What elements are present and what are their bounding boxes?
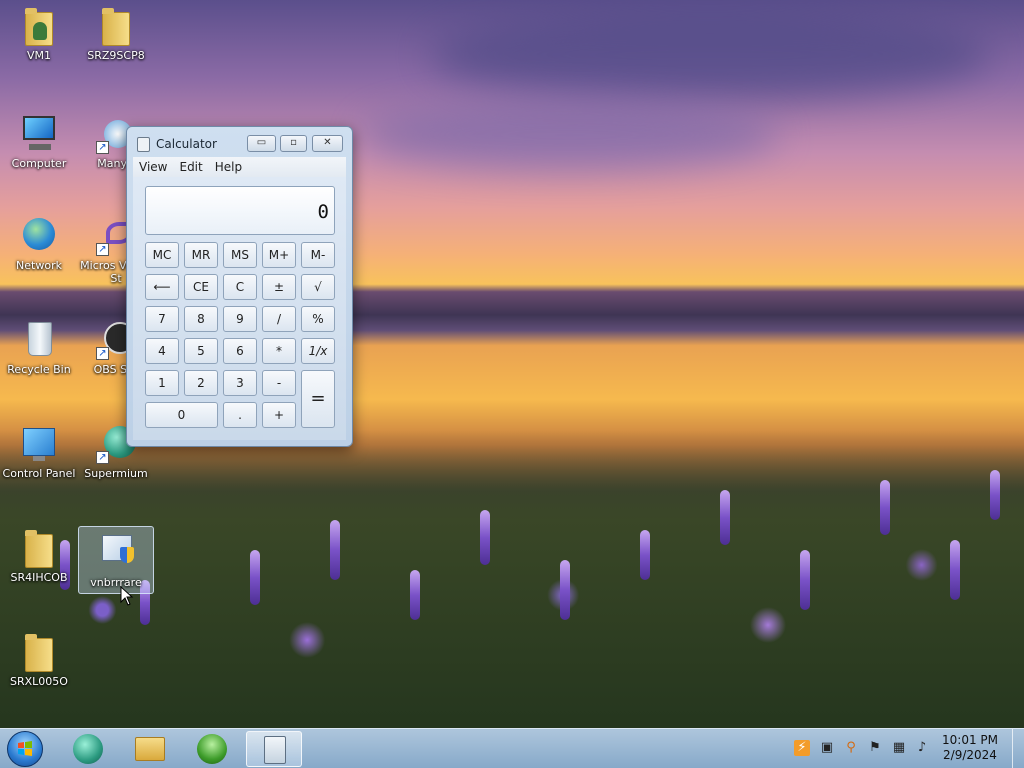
desktop-icon-label: Control Panel [2, 467, 76, 480]
desktop-icon-label: SRXL005O [10, 675, 68, 688]
title-bar[interactable]: Calculator ▭ ▫ ✕ [127, 127, 352, 157]
menu-view[interactable]: View [133, 157, 173, 177]
file-explorer-icon [135, 737, 165, 761]
windows-logo-icon [18, 741, 32, 756]
desktop-icon-label: vnbrrrare [90, 576, 142, 589]
key-plus-minus[interactable]: ± [262, 274, 296, 300]
folder-user-icon [19, 6, 59, 46]
taskbar-windows-media[interactable] [184, 731, 240, 767]
recycle-bin-icon [19, 320, 59, 360]
desktop-icon-label: VM1 [26, 49, 51, 62]
key-decimal[interactable]: . [223, 402, 257, 428]
action-center-flag-icon[interactable]: ⚑ [867, 740, 883, 756]
tray-network-share-icon[interactable]: ▣ [819, 740, 835, 756]
desktop-icon-vm1[interactable]: VM1 [1, 6, 77, 62]
folder-icon [19, 528, 59, 568]
network-globe-icon [19, 216, 59, 256]
key-7[interactable]: 7 [145, 306, 179, 332]
close-button[interactable]: ✕ [312, 135, 343, 152]
desktop-icon-label: Computer [11, 157, 67, 170]
control-panel-icon [19, 424, 59, 464]
desktop-icon-sr4ihcob[interactable]: SR4IHCOB [1, 528, 77, 584]
desktop-icon-label: SR4IHCOB [10, 571, 68, 584]
key-9[interactable]: 9 [223, 306, 257, 332]
system-clock[interactable]: 10:01 PM 2/9/2024 [942, 733, 998, 763]
key-mr[interactable]: MR [184, 242, 218, 268]
desktop-icon-network[interactable]: Network [1, 216, 77, 272]
key-mc[interactable]: MC [145, 242, 179, 268]
clock-time: 10:01 PM [942, 733, 998, 747]
calculator-app-icon [137, 137, 150, 152]
calculator-window[interactable]: Calculator ▭ ▫ ✕ View Edit Help 0 MC MR MS… [126, 126, 353, 447]
volume-icon[interactable]: ♪ [914, 740, 930, 756]
key-ms[interactable]: MS [223, 242, 257, 268]
key-backspace[interactable]: ⟵ [145, 274, 179, 300]
key-divide[interactable]: / [262, 306, 296, 332]
shortcut-arrow-icon: ↗ [96, 141, 109, 154]
menu-bar: View Edit Help [133, 157, 346, 177]
desktop-icon-control-panel[interactable]: Control Panel [1, 424, 77, 480]
key-0[interactable]: 0 [145, 402, 218, 428]
taskbar-calculator[interactable] [246, 731, 302, 767]
key-c[interactable]: C [223, 274, 257, 300]
calculator-body: 0 MC MR MS M+ M- ⟵ CE C ± √ 7 8 9 / % 4 … [133, 177, 346, 440]
desktop-icon-vnbrrrare[interactable]: vnbrrrare [78, 526, 154, 594]
key-4[interactable]: 4 [145, 338, 179, 364]
key-m-plus[interactable]: M+ [262, 242, 296, 268]
show-desktop-button[interactable] [1012, 729, 1024, 768]
tray-app-icon[interactable]: ⚡ [794, 740, 810, 756]
taskbar-supermium[interactable] [60, 731, 116, 767]
wallpaper-cloud [430, 10, 990, 100]
key-ce[interactable]: CE [184, 274, 218, 300]
key-2[interactable]: 2 [184, 370, 218, 396]
installer-shield-icon [96, 533, 136, 573]
mouse-cursor-icon [120, 586, 134, 606]
shortcut-arrow-icon: ↗ [96, 243, 109, 256]
key-percent[interactable]: % [301, 306, 335, 332]
key-6[interactable]: 6 [223, 338, 257, 364]
menu-help[interactable]: Help [209, 157, 248, 177]
taskbar-file-explorer[interactable] [122, 731, 178, 767]
network-icon[interactable]: ▦ [891, 740, 907, 756]
key-equals[interactable]: = [301, 370, 335, 428]
tray-search-icon[interactable]: ⚲ [843, 740, 859, 756]
key-multiply[interactable]: * [262, 338, 296, 364]
folder-icon [19, 632, 59, 672]
result-display: 0 [145, 186, 335, 235]
desktop-icon-recycle-bin[interactable]: Recycle Bin [1, 320, 77, 376]
menu-edit[interactable]: Edit [173, 157, 208, 177]
key-sqrt[interactable]: √ [301, 274, 335, 300]
desktop-icon-label: Network [16, 259, 62, 272]
calculator-icon [264, 736, 286, 764]
key-subtract[interactable]: - [262, 370, 296, 396]
computer-icon [19, 114, 59, 154]
desktop-icon-label: Recycle Bin [7, 363, 71, 376]
minimize-button[interactable]: ▭ [247, 135, 276, 152]
key-3[interactable]: 3 [223, 370, 257, 396]
windows-orb-icon [197, 734, 227, 764]
key-5[interactable]: 5 [184, 338, 218, 364]
wallpaper-cloud [360, 100, 780, 170]
desktop-icon-computer[interactable]: Computer [1, 114, 77, 170]
desktop-icon-label: SRZ9SCP8 [87, 49, 145, 62]
desktop-icon-label: Supermium [84, 467, 148, 480]
shortcut-arrow-icon: ↗ [96, 451, 109, 464]
taskbar: ⚡ ▣ ⚲ ⚑ ▦ ♪ 10:01 PM 2/9/2024 [0, 728, 1024, 768]
key-reciprocal[interactable]: 1/x [301, 338, 335, 364]
clock-date: 2/9/2024 [943, 748, 997, 762]
shortcut-arrow-icon: ↗ [96, 347, 109, 360]
window-title: Calculator [156, 137, 217, 151]
key-m-minus[interactable]: M- [301, 242, 335, 268]
maximize-button[interactable]: ▫ [280, 135, 307, 152]
key-1[interactable]: 1 [145, 370, 179, 396]
desktop-icon-srxl005o[interactable]: SRXL005O [1, 632, 77, 688]
desktop-icon-srz9scp8[interactable]: SRZ9SCP8 [78, 6, 154, 62]
supermium-icon [73, 734, 103, 764]
key-add[interactable]: + [262, 402, 296, 428]
key-8[interactable]: 8 [184, 306, 218, 332]
start-button[interactable] [7, 731, 43, 767]
folder-icon [96, 6, 136, 46]
